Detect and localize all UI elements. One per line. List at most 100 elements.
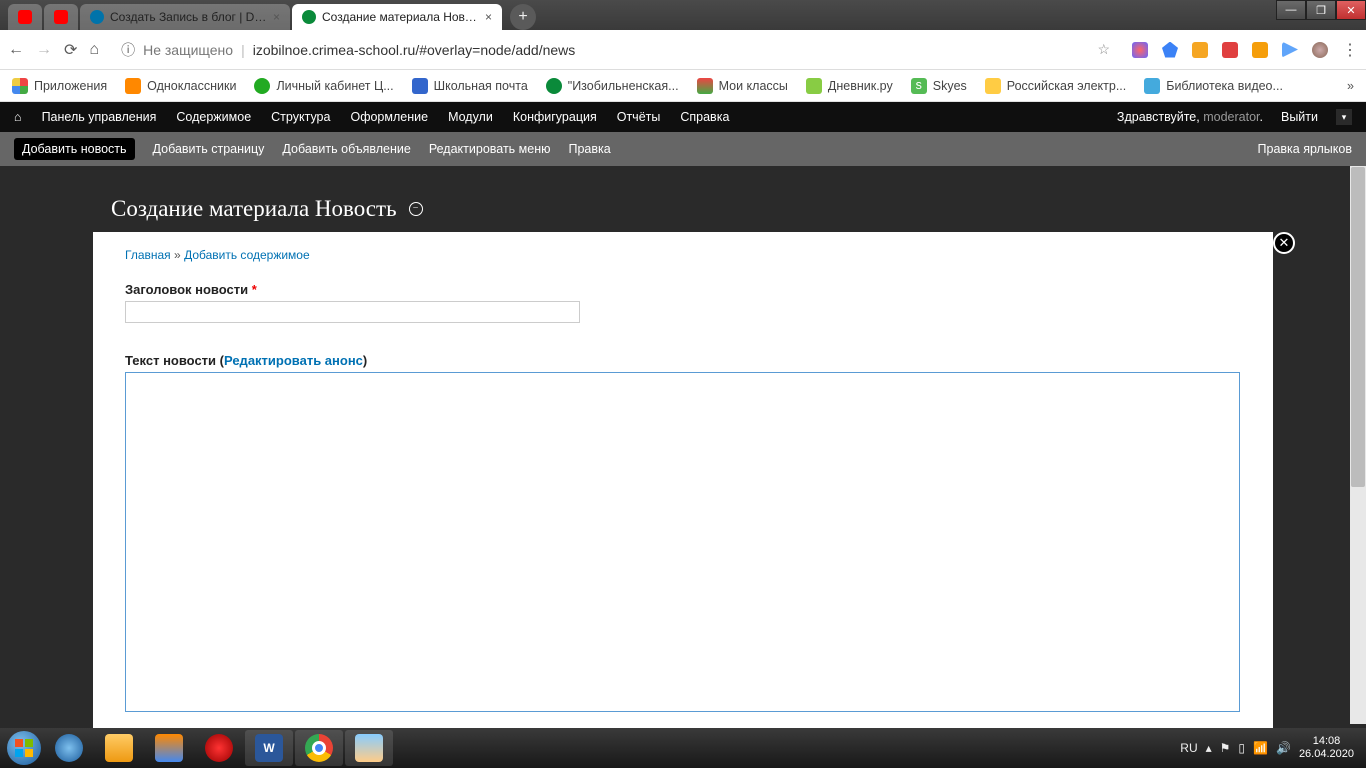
close-icon[interactable]: × bbox=[485, 10, 492, 24]
windows-icon bbox=[7, 731, 41, 765]
youtube-icon bbox=[18, 10, 32, 24]
admin-item[interactable]: Конфигурация bbox=[513, 110, 597, 124]
shortcut-item[interactable]: Добавить страницу bbox=[153, 142, 265, 156]
back-button[interactable]: ← bbox=[8, 41, 24, 59]
word-icon: W bbox=[255, 734, 283, 762]
bookmark-item[interactable]: Мои классы bbox=[697, 78, 788, 94]
ext-icon[interactable] bbox=[1192, 42, 1208, 58]
task-ie[interactable] bbox=[45, 730, 93, 766]
flag-icon[interactable]: ⚑ bbox=[1220, 741, 1231, 755]
task-paint[interactable] bbox=[345, 730, 393, 766]
maximize-button[interactable]: ❐ bbox=[1306, 0, 1336, 20]
media-icon bbox=[155, 734, 183, 762]
admin-item[interactable]: Содержимое bbox=[176, 110, 251, 124]
task-media[interactable] bbox=[145, 730, 193, 766]
browser-tabs: Создать Запись в блог | Drupal. × Создан… bbox=[0, 0, 536, 30]
wifi-icon[interactable]: 📶 bbox=[1253, 741, 1268, 755]
new-tab-button[interactable]: + bbox=[510, 4, 536, 30]
scrollbar-thumb[interactable] bbox=[1351, 167, 1365, 487]
bookmarks-overflow[interactable]: » bbox=[1347, 79, 1354, 93]
chevron-up-icon[interactable]: ▴ bbox=[1206, 741, 1212, 755]
admin-item[interactable]: Справка bbox=[680, 110, 729, 124]
body-textarea[interactable] bbox=[125, 372, 1240, 712]
edit-shortcuts-link[interactable]: Правка ярлыков bbox=[1258, 142, 1352, 156]
shortcut-item[interactable]: Редактировать меню bbox=[429, 142, 551, 156]
admin-item[interactable]: Модули bbox=[448, 110, 493, 124]
bookmark-item[interactable]: Библиотека видео... bbox=[1144, 78, 1283, 94]
close-window-button[interactable]: ✕ bbox=[1336, 0, 1366, 20]
start-button[interactable] bbox=[4, 728, 44, 768]
bookmark-item[interactable]: Школьная почта bbox=[412, 78, 528, 94]
bookmark-item[interactable]: Одноклассники bbox=[125, 78, 236, 94]
bookmark-item[interactable]: Российская электр... bbox=[985, 78, 1126, 94]
task-opera[interactable] bbox=[195, 730, 243, 766]
admin-item[interactable]: Панель управления bbox=[42, 110, 157, 124]
bookmark-item[interactable]: "Изобильненская... bbox=[546, 78, 679, 94]
ext-icon[interactable] bbox=[1222, 42, 1238, 58]
ie-icon bbox=[55, 734, 83, 762]
minimize-button[interactable]: — bbox=[1276, 0, 1306, 20]
tab-title: Создание материала Новость | bbox=[322, 10, 479, 24]
logout-link[interactable]: Выйти bbox=[1281, 110, 1318, 124]
reload-button[interactable]: ⟳ bbox=[64, 40, 77, 60]
ext-icon[interactable] bbox=[1162, 42, 1178, 58]
mail-icon bbox=[412, 78, 428, 94]
pin-icon bbox=[254, 78, 270, 94]
browser-tab[interactable] bbox=[8, 4, 42, 30]
menu-icon[interactable]: ⋮ bbox=[1342, 40, 1358, 60]
task-word[interactable]: W bbox=[245, 730, 293, 766]
battery-icon[interactable]: ▯ bbox=[1238, 741, 1245, 755]
shortcut-item[interactable]: Правка bbox=[569, 142, 611, 156]
close-icon[interactable]: × bbox=[273, 10, 280, 24]
close-overlay-button[interactable]: ✕ bbox=[1273, 232, 1295, 254]
clock[interactable]: 14:08 26.04.2020 bbox=[1299, 735, 1354, 761]
browser-tab-active[interactable]: Создание материала Новость | × bbox=[292, 4, 502, 30]
title-input[interactable] bbox=[125, 301, 580, 323]
lang-indicator[interactable]: RU bbox=[1180, 741, 1197, 755]
class-icon bbox=[697, 78, 713, 94]
edit-summary-link[interactable]: Редактировать анонс bbox=[224, 353, 363, 368]
ext-icon[interactable] bbox=[1282, 42, 1298, 58]
browser-titlebar: Создать Запись в блог | Drupal. × Создан… bbox=[0, 0, 1366, 30]
browser-tab[interactable]: Создать Запись в блог | Drupal. × bbox=[80, 4, 290, 30]
bookmark-item[interactable]: sSkyes bbox=[911, 78, 967, 94]
avatar-icon[interactable] bbox=[1312, 42, 1328, 58]
extensions: ⋮ bbox=[1132, 40, 1358, 60]
shortcut-item-active[interactable]: Добавить новость bbox=[14, 138, 135, 160]
browser-tab[interactable] bbox=[44, 4, 78, 30]
admin-item[interactable]: Структура bbox=[271, 110, 330, 124]
bookmark-item[interactable]: Дневник.ру bbox=[806, 78, 893, 94]
bookmark-item[interactable]: Личный кабинет Ц... bbox=[254, 78, 393, 94]
ok-icon bbox=[125, 78, 141, 94]
task-chrome[interactable] bbox=[295, 730, 343, 766]
url-field[interactable]: ⓘ Не защищено | ☆ bbox=[111, 36, 1120, 64]
system-tray: RU ▴ ⚑ ▯ 📶 🔊 14:08 26.04.2020 bbox=[1180, 735, 1362, 761]
site-icon bbox=[302, 10, 316, 24]
shortcut-item[interactable]: Добавить объявление bbox=[282, 142, 410, 156]
page-title: Создание материала Новость − bbox=[93, 190, 1273, 232]
window-controls: — ❐ ✕ bbox=[1276, 0, 1366, 20]
home-button[interactable]: ⌂ bbox=[89, 41, 99, 59]
apps-button[interactable]: Приложения bbox=[12, 78, 107, 94]
admin-item[interactable]: Отчёты bbox=[617, 110, 661, 124]
collapse-icon[interactable]: − bbox=[409, 202, 423, 216]
admin-toolbar: ⌂ Панель управления Содержимое Структура… bbox=[0, 102, 1366, 132]
star-icon[interactable]: ☆ bbox=[1097, 41, 1110, 58]
admin-item[interactable]: Оформление bbox=[350, 110, 428, 124]
dropdown-icon[interactable]: ▾ bbox=[1336, 109, 1352, 125]
breadcrumb-home[interactable]: Главная bbox=[125, 248, 171, 262]
forward-button[interactable]: → bbox=[36, 41, 52, 59]
home-icon[interactable]: ⌂ bbox=[14, 110, 22, 124]
ext-icon[interactable] bbox=[1252, 42, 1268, 58]
ext-icon[interactable] bbox=[1132, 42, 1148, 58]
greeting: Здравствуйте, moderator. bbox=[1117, 110, 1263, 124]
dnevnik-icon bbox=[806, 78, 822, 94]
volume-icon[interactable]: 🔊 bbox=[1276, 741, 1291, 755]
task-explorer[interactable] bbox=[95, 730, 143, 766]
resh-icon bbox=[985, 78, 1001, 94]
scrollbar[interactable] bbox=[1350, 166, 1366, 724]
breadcrumb-add[interactable]: Добавить содержимое bbox=[184, 248, 310, 262]
url-input[interactable] bbox=[253, 42, 1090, 58]
apps-icon bbox=[12, 78, 28, 94]
tab-title: Создать Запись в блог | Drupal. bbox=[110, 10, 267, 24]
